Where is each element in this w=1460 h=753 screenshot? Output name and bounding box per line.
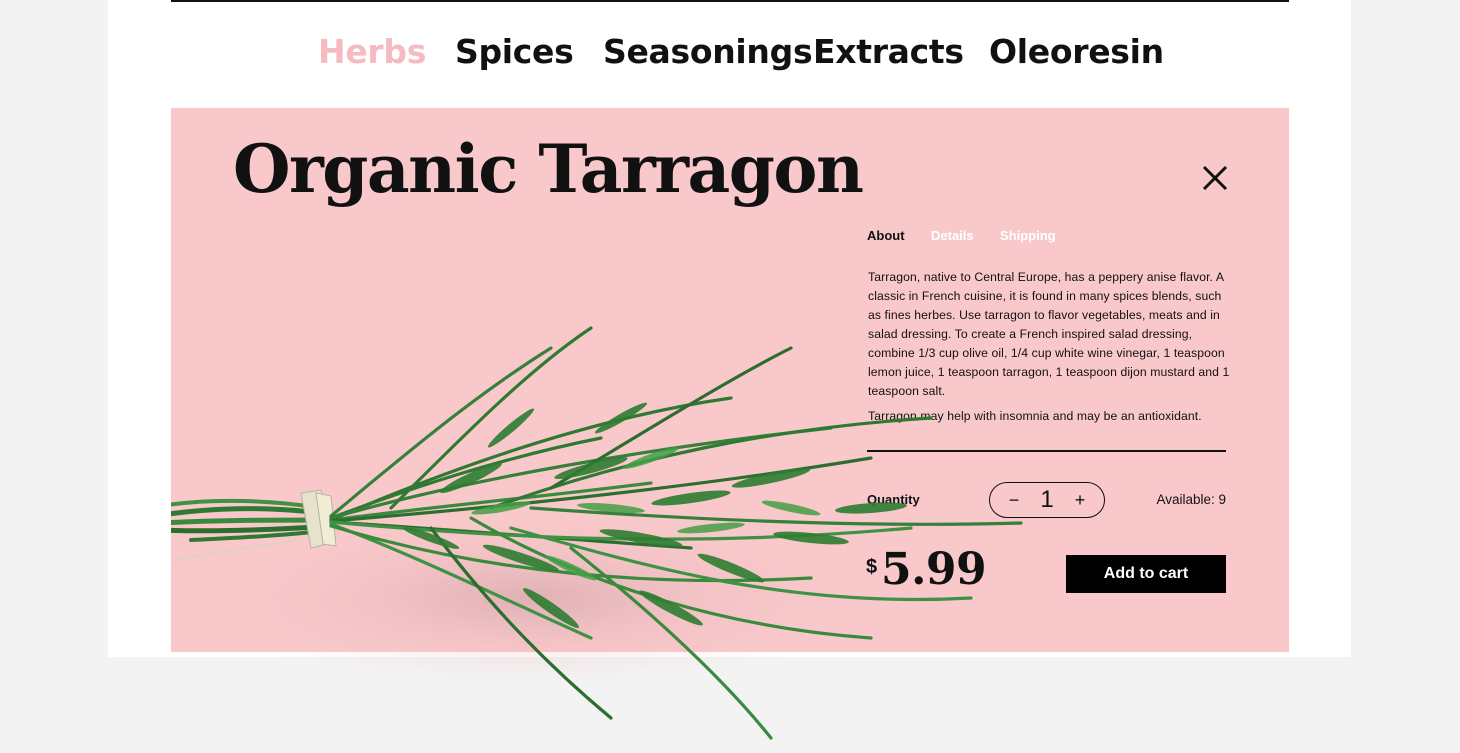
category-herbs[interactable]: Herbs	[318, 32, 426, 71]
tab-details[interactable]: Details	[931, 228, 974, 243]
category-seasonings[interactable]: Seasonings	[603, 32, 813, 71]
add-to-cart-button[interactable]: Add to cart	[1066, 555, 1226, 593]
product-panel: Organic Tarragon About Details Shipping …	[158, 108, 1289, 740]
tab-about[interactable]: About	[867, 228, 905, 243]
category-nav: Herbs Spices Seasonings Extracts Oleores…	[0, 32, 1460, 80]
availability-text: Available: 9	[1156, 492, 1226, 507]
tarragon-bundle-image	[158, 308, 1051, 748]
category-extracts[interactable]: Extracts	[813, 32, 964, 71]
plus-icon[interactable]: +	[1069, 489, 1091, 511]
close-icon[interactable]	[1201, 164, 1229, 192]
category-spices[interactable]: Spices	[455, 32, 574, 71]
tab-shipping[interactable]: Shipping	[1000, 228, 1056, 243]
top-rule	[171, 0, 1289, 2]
category-oleoresin[interactable]: Oleoresin	[989, 32, 1164, 71]
product-title: Organic Tarragon	[233, 130, 864, 208]
